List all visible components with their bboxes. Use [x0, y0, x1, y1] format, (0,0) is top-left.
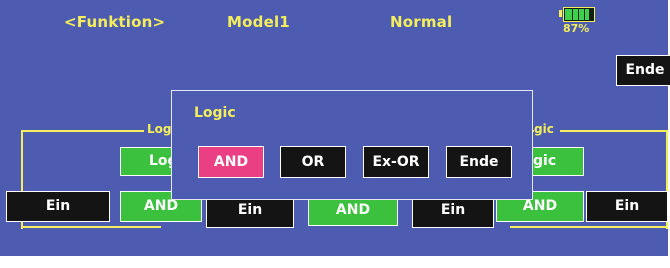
- middle-and-button[interactable]: AND: [308, 198, 398, 226]
- ende-button[interactable]: Ende: [616, 55, 670, 86]
- logic-dialog: Logic AND OR Ex-OR Ende: [171, 90, 533, 200]
- left-switch-2-label: Ein: [237, 202, 263, 218]
- logic-exor-option[interactable]: Ex-OR: [363, 146, 429, 178]
- condition-name: Normal: [390, 13, 453, 31]
- model-name: Model1: [227, 13, 290, 31]
- logic-and-option[interactable]: AND: [198, 146, 264, 178]
- right-group-bracket-bottom: [510, 226, 668, 228]
- logic-dialog-title: Logic: [194, 105, 236, 121]
- right-switch-2-button[interactable]: Ein: [586, 191, 668, 222]
- ende-button-label: Ende: [625, 62, 665, 78]
- battery-icon: [563, 7, 595, 22]
- battery-indicator: 87%: [559, 7, 595, 35]
- logic-or-option[interactable]: OR: [280, 146, 346, 178]
- logic-or-option-label: OR: [301, 154, 325, 170]
- logic-exor-option-label: Ex-OR: [372, 154, 420, 170]
- battery-nub: [559, 10, 562, 17]
- left-and-label: AND: [143, 198, 179, 214]
- right-group-title: gic: [534, 122, 560, 136]
- function-menu-title: <Funktion>: [64, 13, 166, 31]
- left-group-bracket-bottom: [21, 226, 161, 228]
- battery-percent: 87%: [563, 22, 590, 35]
- right-switch-2-label: Ein: [614, 198, 640, 214]
- middle-and-label: AND: [335, 202, 371, 218]
- right-switch-1-label: Ein: [440, 202, 466, 218]
- logic-ende-option-label: Ende: [459, 154, 499, 170]
- right-switch-1-button[interactable]: Ein: [412, 197, 494, 228]
- screen: <Funktion> Model1 Normal 87% Ende Logi g…: [0, 0, 670, 268]
- left-switch-1-label: Ein: [45, 198, 71, 214]
- logic-ende-option[interactable]: Ende: [446, 146, 512, 178]
- left-switch-1-button[interactable]: Ein: [6, 191, 110, 222]
- right-logic-button-label: gic: [533, 153, 557, 169]
- left-switch-2-button[interactable]: Ein: [206, 197, 294, 228]
- header-bar: <Funktion> Model1 Normal 87%: [0, 0, 668, 50]
- right-and-label: AND: [522, 198, 558, 214]
- logic-and-option-label: AND: [213, 154, 249, 170]
- battery-fill: [565, 9, 589, 20]
